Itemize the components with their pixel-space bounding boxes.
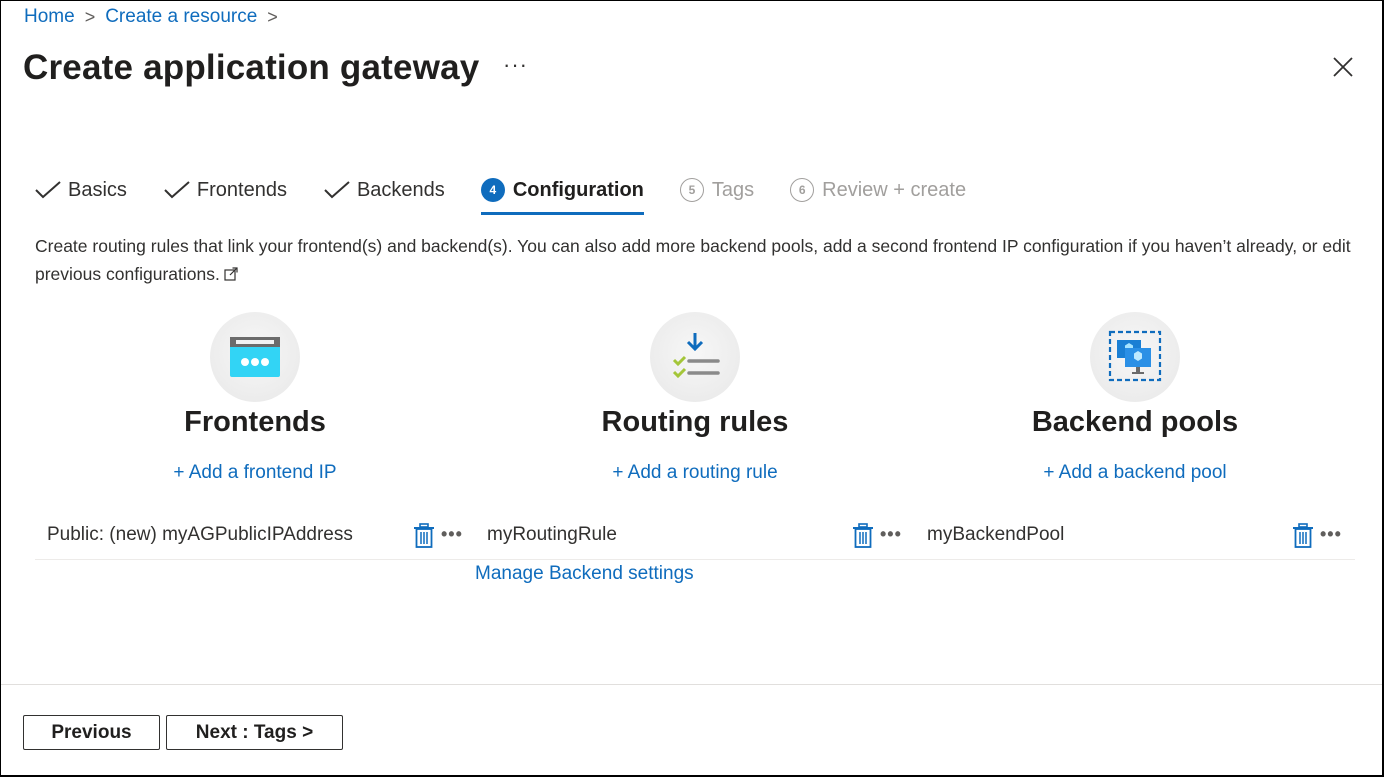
backend-pool-more-button[interactable]: ••• (1320, 524, 1342, 545)
tab-label: Tags (711, 178, 755, 201)
tab-review-create[interactable]: 6 Review + create (790, 173, 966, 207)
row-divider (35, 559, 1355, 560)
external-link-icon[interactable] (224, 267, 238, 281)
routing-rules-icon-circle (650, 312, 740, 402)
routing-rule-more-button[interactable]: ••• (880, 524, 902, 545)
backend-pool-icon (1108, 330, 1162, 382)
frontend-item[interactable]: Public: (new) myAGPublicIPAddress (47, 524, 353, 546)
tab-tags[interactable]: 5 Tags (679, 173, 755, 207)
delete-routing-rule-button[interactable] (852, 523, 874, 549)
tab-label: Basics (68, 178, 127, 201)
close-button[interactable] (1328, 52, 1358, 82)
breadcrumb: Home > Create a resource > (24, 6, 278, 28)
checkmark-icon (164, 181, 190, 199)
add-routing-rule-link[interactable]: + Add a routing rule (612, 462, 777, 484)
routing-rule-item[interactable]: myRoutingRule (487, 524, 617, 546)
footer-divider (1, 684, 1382, 685)
backend-pools-icon-circle (1090, 312, 1180, 402)
checkmark-icon (324, 181, 350, 199)
tab-backends[interactable]: Backends (323, 173, 445, 207)
add-frontend-ip-link[interactable]: + Add a frontend IP (173, 462, 336, 484)
step-number-badge: 5 (679, 178, 704, 202)
delete-frontend-button[interactable] (413, 523, 435, 549)
backend-pool-item[interactable]: myBackendPool (927, 524, 1064, 546)
frontend-icon-circle (210, 312, 300, 402)
wizard-tabs: Basics Frontends Backends 4 Configuratio… (34, 170, 1002, 215)
trash-icon (414, 523, 434, 548)
frontends-column: Frontends + Add a frontend IP (35, 312, 475, 484)
tab-label: Frontends (196, 178, 287, 201)
next-tags-button[interactable]: Next : Tags > (166, 715, 343, 750)
previous-button[interactable]: Previous (23, 715, 160, 750)
step-number-badge: 4 (480, 178, 505, 202)
tab-label: Review + create (822, 178, 967, 201)
delete-backend-pool-button[interactable] (1292, 523, 1314, 549)
step-number-badge: 6 (790, 178, 815, 202)
add-backend-pool-link[interactable]: + Add a backend pool (1043, 462, 1226, 484)
routing-rules-heading: Routing rules (601, 406, 789, 438)
routing-rules-icon (672, 333, 720, 379)
frontend-more-button[interactable]: ••• (441, 524, 463, 545)
breadcrumb-home[interactable]: Home (24, 6, 75, 28)
backend-pools-column: Backend pools + Add a backend pool (915, 312, 1355, 484)
description-text: Create routing rules that link your fron… (35, 232, 1375, 288)
breadcrumb-create-resource[interactable]: Create a resource (105, 6, 257, 28)
routing-rules-column: Routing rules + Add a routing rule (475, 312, 915, 484)
manage-backend-settings-link[interactable]: Manage Backend settings (475, 563, 694, 585)
trash-icon (853, 523, 873, 548)
frontend-window-icon (230, 337, 280, 377)
backend-pools-heading: Backend pools (1031, 406, 1239, 438)
more-options-button[interactable]: ··· (503, 52, 528, 78)
tab-frontends[interactable]: Frontends (163, 173, 287, 207)
trash-icon (1293, 523, 1313, 548)
frontends-heading: Frontends (184, 406, 326, 438)
tab-configuration[interactable]: 4 Configuration (480, 173, 645, 215)
checkmark-icon (35, 181, 61, 199)
page-title: Create application gateway (23, 48, 480, 87)
tab-label: Backends (356, 178, 445, 201)
tab-basics[interactable]: Basics (34, 173, 127, 207)
chevron-right-icon: > (84, 6, 96, 27)
close-icon (1333, 57, 1353, 77)
chevron-right-icon: > (267, 6, 278, 27)
tab-label: Configuration (512, 178, 644, 201)
